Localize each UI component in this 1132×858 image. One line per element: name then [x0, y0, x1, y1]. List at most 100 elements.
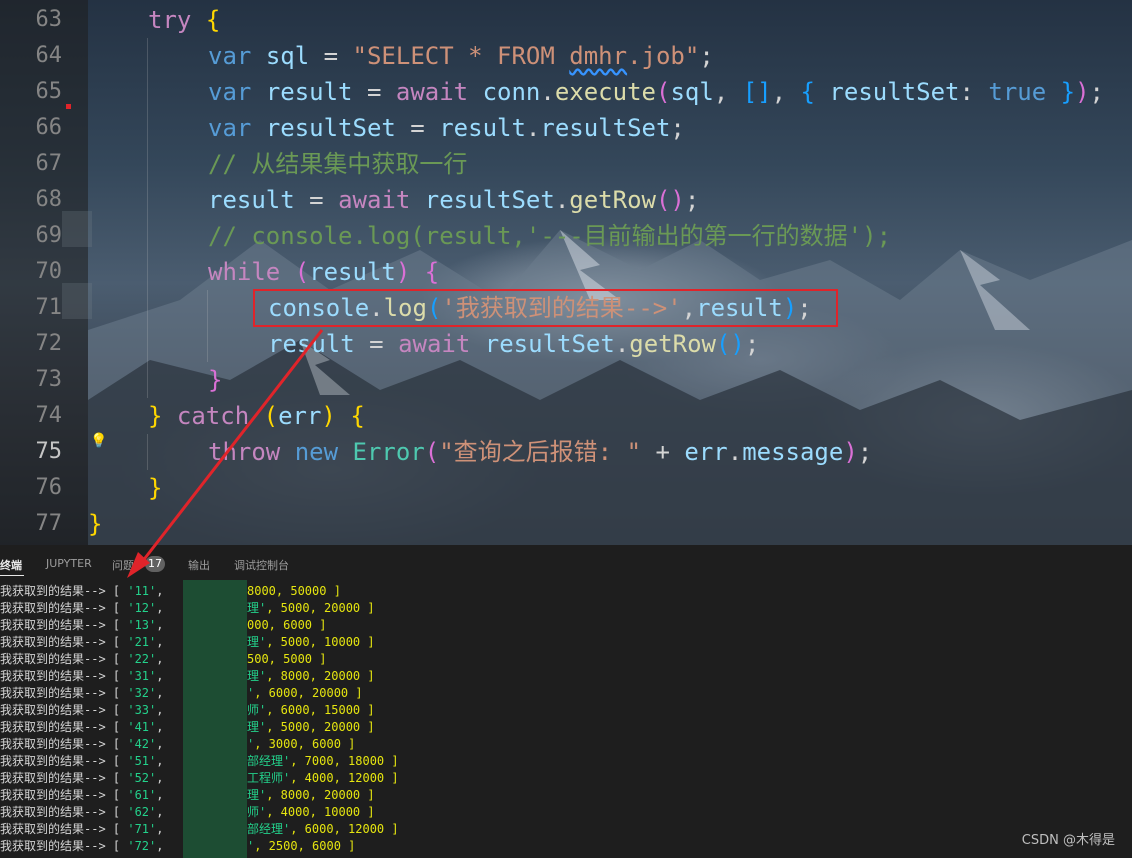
terminal-separator: , — [156, 754, 164, 768]
code-editor[interactable]: 63 try {64 var sql = "SELECT * FROM dmhr.j… — [0, 0, 1132, 545]
code-line[interactable]: result = await resultSet.getRow(); — [268, 326, 759, 362]
terminal-row-rest: 工程师', 4000, 12000 ] — [247, 771, 399, 785]
code-token: ) — [321, 402, 336, 430]
code-token: . — [540, 78, 555, 106]
tab-problems[interactable]: 问题 — [112, 557, 134, 573]
code-token: () — [655, 186, 685, 214]
terminal-row-rest: 部经理', 7000, 18000 ] — [247, 754, 399, 768]
terminal-row-id: '42' — [127, 737, 157, 751]
terminal-line: 我获取到的结果--> [ '32', ', 6000, 20000 ] — [0, 685, 363, 702]
lightbulb-icon[interactable]: 💡 — [90, 433, 107, 449]
tab-jupyter[interactable]: JUPYTER — [46, 557, 92, 570]
terminal-row-rest: 师', 6000, 15000 ] — [247, 703, 375, 717]
terminal-row-rest: 000, 6000 ] — [247, 618, 327, 632]
line-number: 71 — [35, 295, 63, 320]
code-line[interactable]: var resultSet = result.resultSet; — [208, 110, 685, 146]
code-line[interactable]: result = await resultSet.getRow(); — [208, 182, 699, 218]
terminal-line: 我获取到的结果--> [ '72', ', 2500, 6000 ] — [0, 838, 355, 855]
code-token: var — [208, 78, 252, 106]
code-line[interactable]: var result = await conn.execute(sql, [],… — [208, 74, 1104, 110]
code-token: } — [88, 510, 103, 538]
tab-output[interactable]: 输出 — [188, 557, 210, 573]
terminal-row-rest: ', 6000, 20000 ] — [247, 686, 363, 700]
terminal-row-id: '32' — [127, 686, 157, 700]
terminal-separator: , — [156, 618, 164, 632]
terminal-prefix: 我获取到的结果--> [ — [0, 703, 128, 717]
code-line[interactable]: } catch (err) { — [148, 398, 365, 434]
watermark: CSDN @木得是 — [1021, 833, 1115, 848]
code-token: true — [988, 78, 1047, 106]
tab-debug-console[interactable]: 调试控制台 — [234, 557, 289, 573]
terminal-prefix: 我获取到的结果--> [ — [0, 618, 128, 632]
gutter-change-marker — [62, 211, 92, 247]
code-token: { — [205, 6, 221, 34]
tab-terminal[interactable]: 终端 — [0, 557, 22, 573]
code-line[interactable]: } — [148, 470, 162, 506]
terminal-row-id: '31' — [127, 669, 157, 683]
panel-tabs: 终端 JUPYTER 问题 17 输出 调试控制台 — [0, 545, 1132, 579]
bottom-panel: 终端 JUPYTER 问题 17 输出 调试控制台 我获取到的结果--> [ '… — [0, 545, 1132, 858]
terminal-separator: , — [156, 601, 164, 615]
code-line[interactable]: throw new Error("查询之后报错: " + err.message… — [208, 434, 872, 470]
code-token: ( — [263, 402, 279, 430]
active-tab-indicator — [0, 575, 24, 576]
code-token: var — [208, 114, 252, 142]
code-token: { — [800, 78, 815, 106]
terminal-line: 我获取到的结果--> [ '22', 500, 5000 ] — [0, 651, 326, 668]
code-token: await — [338, 186, 411, 214]
code-token: conn — [482, 78, 541, 106]
terminal-prefix: 我获取到的结果--> [ — [0, 737, 128, 751]
line-number: 69 — [35, 223, 63, 248]
code-token: // console.log(result,'---目前输出的第一行的数据'); — [208, 222, 892, 250]
code-line[interactable]: } — [208, 362, 222, 398]
code-token: err — [278, 402, 322, 430]
code-token: try — [148, 6, 192, 34]
code-token: ; — [744, 330, 760, 358]
code-token: resultSet — [484, 330, 615, 358]
terminal-line: 我获取到的结果--> [ '71', 部经理', 6000, 12000 ] — [0, 821, 399, 838]
code-token: resultSet — [540, 114, 671, 142]
code-line[interactable]: try { — [148, 2, 220, 38]
code-line[interactable]: while (result) { — [208, 254, 439, 290]
terminal-line: 我获取到的结果--> [ '62', 师', 4000, 10000 ] — [0, 804, 375, 821]
terminal-line: 我获取到的结果--> [ '41', 理', 5000, 20000 ] — [0, 719, 375, 736]
code-line[interactable]: var sql = "SELECT * FROM dmhr.job"; — [208, 38, 714, 74]
terminal-separator: , — [156, 822, 164, 836]
code-token: while — [208, 258, 281, 286]
code-token: err — [684, 438, 728, 466]
code-token: result — [268, 330, 355, 358]
line-number: 67 — [35, 151, 63, 176]
terminal-row-rest: 500, 5000 ] — [247, 652, 327, 666]
code-token: result — [439, 114, 526, 142]
code-token: ; — [670, 114, 685, 142]
terminal-row-rest: 理', 5000, 20000 ] — [247, 720, 375, 734]
terminal-prefix: 我获取到的结果--> [ — [0, 822, 128, 836]
line-number: 75 — [35, 439, 63, 464]
code-token: getRow — [629, 330, 716, 358]
terminal-prefix: 我获取到的结果--> [ — [0, 652, 128, 666]
code-token: = — [309, 42, 353, 70]
code-line[interactable]: } — [88, 506, 102, 542]
code-token: resultSet — [829, 78, 960, 106]
code-token: throw — [208, 438, 281, 466]
terminal-line: 我获取到的结果--> [ '52', 工程师', 4000, 12000 ] — [0, 770, 399, 787]
code-token: = — [395, 114, 440, 142]
terminal-line: 我获取到的结果--> [ '61', 理', 8000, 20000 ] — [0, 787, 375, 804]
code-token: ; — [684, 186, 700, 214]
code-token: = — [354, 330, 399, 358]
terminal-separator: , — [156, 669, 164, 683]
code-line[interactable]: // 从结果集中获取一行 — [208, 146, 467, 182]
terminal-row-rest: ', 2500, 6000 ] — [247, 839, 356, 853]
terminal-prefix: 我获取到的结果--> [ — [0, 771, 128, 785]
error-marker — [66, 104, 71, 109]
terminal-prefix: 我获取到的结果--> [ — [0, 720, 128, 734]
indent-guide — [207, 290, 208, 362]
code-line[interactable]: // console.log(result,'---目前输出的第一行的数据'); — [208, 218, 891, 254]
terminal-separator: , — [156, 839, 164, 853]
